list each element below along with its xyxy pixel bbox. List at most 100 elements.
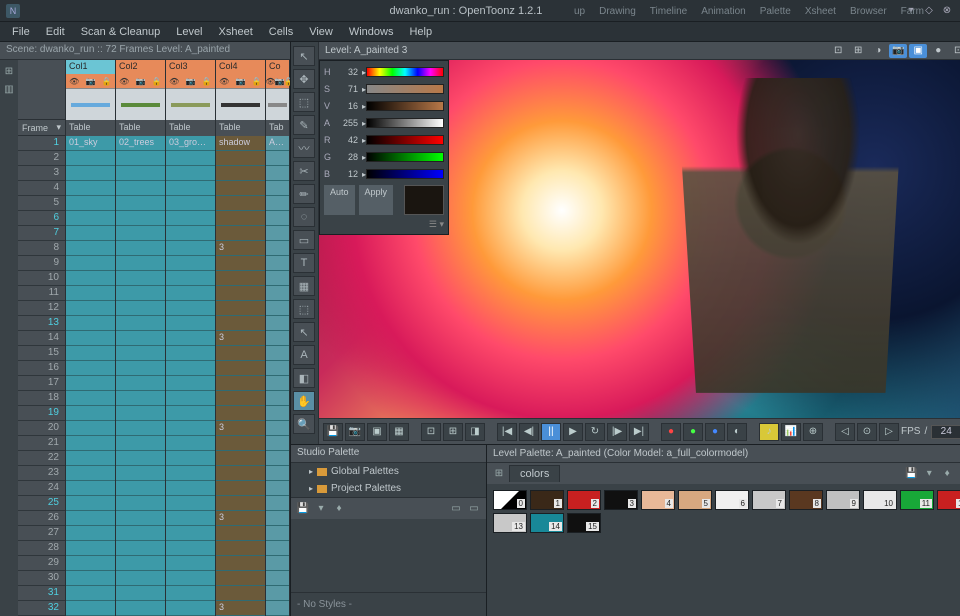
sat-slider[interactable] [366,84,444,94]
xsheet-cell[interactable] [216,256,265,271]
frame-number[interactable]: 10 [18,271,65,286]
first-frame-button[interactable]: |◀ [497,423,517,441]
xsheet-cell[interactable]: 3 [216,511,265,526]
xsheet-cell[interactable] [166,211,215,226]
eye-icon[interactable]: 👁 [170,77,179,86]
xsheet-cell[interactable] [266,196,289,211]
tool-button[interactable]: ⬚ [293,92,315,112]
red-slider[interactable] [366,135,444,145]
xsheet-cell[interactable] [216,541,265,556]
tool-button[interactable]: ✎ [293,115,315,135]
xsheet-cell[interactable] [266,406,289,421]
xsheet-cell[interactable] [166,361,215,376]
xsheet-cell[interactable] [116,166,165,181]
xsheet-cell[interactable] [266,586,289,601]
column-name[interactable]: Col4 [216,60,265,74]
xsheet-cell[interactable] [266,601,289,616]
xsheet-cell[interactable] [116,226,165,241]
xsheet-cell[interactable] [266,331,289,346]
frame-dropdown-icon[interactable]: ▾ [56,122,61,133]
fps-input[interactable] [931,425,960,439]
colors-tab[interactable]: colors [509,465,560,482]
save-icon[interactable]: 💾 [295,501,311,517]
xsheet-cell[interactable] [266,256,289,271]
viewer-rec-icon[interactable]: ● [929,44,947,58]
frame-number[interactable]: 29 [18,556,65,571]
xsheet-cell[interactable] [266,271,289,286]
xsheet-cell[interactable] [66,511,115,526]
green-slider[interactable] [366,152,444,162]
xsheet-cell[interactable] [66,376,115,391]
xsheet-cell[interactable]: 3 [216,331,265,346]
xsheet-cell[interactable] [116,286,165,301]
color-swatch[interactable]: 14 [530,513,564,533]
column-name[interactable]: Col3 [166,60,215,74]
xsheet-cell[interactable]: 03_gro… [166,136,215,151]
xsheet-cell[interactable] [66,361,115,376]
tool-button[interactable]: ⬚ [293,299,315,319]
xsheet-cell[interactable] [266,391,289,406]
lock-icon[interactable]: 🔒 [202,77,211,86]
xsheet-tool-icon[interactable]: ▥ [2,82,16,96]
room-tab-up[interactable]: up [568,4,591,19]
xsheet-cell[interactable] [116,196,165,211]
xsheet-cell[interactable] [166,571,215,586]
lock-icon[interactable]: 🔒 [152,77,161,86]
xsheet-cell[interactable] [66,241,115,256]
menu-help[interactable]: Help [401,24,440,40]
xsheet-cell[interactable] [166,421,215,436]
locate-icon[interactable]: ⊕ [803,423,823,441]
xsheet-cell[interactable] [216,496,265,511]
xsheet-cell[interactable] [266,481,289,496]
channel-icon[interactable]: ● [705,423,725,441]
xsheet-cell[interactable] [66,451,115,466]
room-tab-timeline[interactable]: Timeline [644,4,693,19]
tool-button[interactable]: T [293,253,315,273]
tool-button[interactable]: ▦ [293,276,315,296]
frame-number[interactable]: 9 [18,256,65,271]
xsheet-cell[interactable] [66,346,115,361]
prev-frame-button[interactable]: ◀| [519,423,539,441]
xsheet-cell[interactable] [66,181,115,196]
xsheet-cell[interactable] [66,331,115,346]
xsheet-cell[interactable] [216,151,265,166]
alpha-slider[interactable] [366,118,444,128]
nav-prev-icon[interactable]: ◁ [835,423,855,441]
room-tab-drawing[interactable]: Drawing [593,4,642,19]
xsheet-cell[interactable] [116,376,165,391]
xsheet-cell[interactable] [166,151,215,166]
tool-button[interactable]: ✂ [293,161,315,181]
xsheet-cell[interactable] [266,541,289,556]
xsheet-cell[interactable] [116,346,165,361]
onion-icon[interactable]: ◨ [465,423,485,441]
hue-slider[interactable] [366,67,444,77]
apply-button[interactable]: Apply [359,185,394,215]
xsheet-cell[interactable] [166,346,215,361]
tool-button[interactable]: ✏ [293,184,315,204]
frame-number[interactable]: 5 [18,196,65,211]
xsheet-cell[interactable]: 3 [216,601,265,616]
histogram-icon[interactable]: 📊 [781,423,801,441]
save-icon[interactable]: 💾 [323,423,343,441]
color-swatch[interactable]: 2 [567,490,601,510]
xsheet-cell[interactable] [166,331,215,346]
xsheet-cell[interactable] [116,256,165,271]
xsheet-cell[interactable]: shadow [216,136,265,151]
xsheet-cell[interactable] [266,421,289,436]
lock-icon[interactable]: 🔒 [284,77,290,86]
close-button[interactable]: ⊗ [940,4,954,18]
auto-button[interactable]: Auto [324,185,355,215]
xsheet-cell[interactable] [216,391,265,406]
xsheet-cell[interactable] [166,286,215,301]
column-thumbnail[interactable] [216,88,265,120]
channel-icon[interactable]: ● [683,423,703,441]
column-thumbnail[interactable] [116,88,165,120]
frame-number[interactable]: 14 [18,331,65,346]
tool-button[interactable]: A [293,345,315,365]
xsheet-cell[interactable] [216,586,265,601]
xsheet-cell[interactable] [116,406,165,421]
blue-slider[interactable] [366,169,444,179]
onion-icon[interactable]: ⊡ [421,423,441,441]
frame-number[interactable]: 27 [18,526,65,541]
color-swatch[interactable]: 7 [752,490,786,510]
